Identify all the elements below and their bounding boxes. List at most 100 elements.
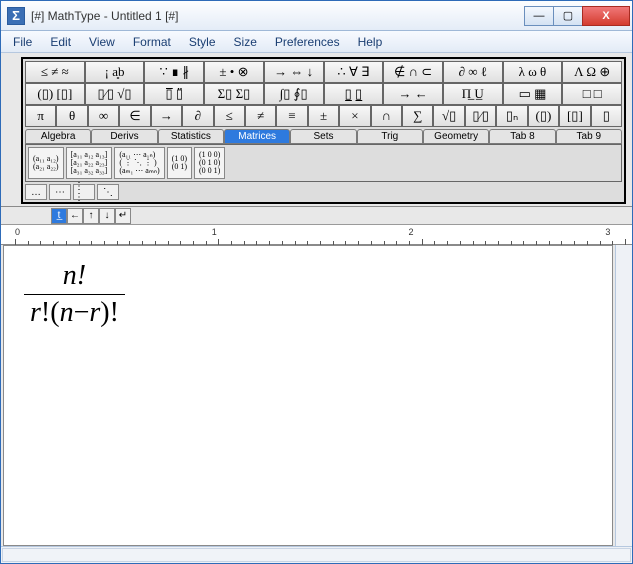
tab-statistics[interactable]: Statistics <box>158 129 224 144</box>
option-button[interactable]: t̲ <box>51 208 67 224</box>
tab-matrices[interactable]: Matrices <box>224 129 290 144</box>
palette-button[interactable]: ∈ <box>119 105 150 127</box>
palette-button[interactable]: ∉ ∩ ⊂ <box>383 61 443 83</box>
palette-button[interactable]: ∑ <box>402 105 433 127</box>
ruler-label: 0 <box>15 227 20 237</box>
tab-trig[interactable]: Trig <box>357 129 423 144</box>
window-buttons: — ▢ X <box>525 6 630 26</box>
menu-file[interactable]: File <box>5 33 40 51</box>
tab-algebra[interactable]: Algebra <box>25 129 91 144</box>
factorial-1: ! <box>41 297 50 328</box>
dots-palette-row: …⋯⋮ ⋮⋱ <box>25 184 622 200</box>
matrix-template-button[interactable]: (1 0) (0 1) <box>167 147 192 179</box>
palette-button[interactable]: ≡ <box>276 105 307 127</box>
scrollbar-horizontal[interactable] <box>1 546 632 563</box>
maximize-button[interactable]: ▢ <box>553 6 583 26</box>
palette-row-2: (▯) [▯]▯⁄▯ √▯▯̅ ▯̈Σ▯ Σ▯∫▯ ∮▯▯̲ ▯̲→ ←Π̲ U… <box>25 83 622 105</box>
palette-button[interactable]: λ ω θ <box>503 61 563 83</box>
ruler-label: 2 <box>409 227 414 237</box>
option-button[interactable]: ← <box>67 208 83 224</box>
matrix-template-button[interactable]: (1 0 0) (0 1 0) (0 0 1) <box>194 147 225 179</box>
app-window: Σ [#] MathType - Untitled 1 [#] — ▢ X Fi… <box>0 0 633 564</box>
palette-button[interactable]: □ □ <box>562 83 622 105</box>
menu-view[interactable]: View <box>81 33 123 51</box>
palette-button[interactable]: ▯ <box>591 105 622 127</box>
option-button[interactable]: ↓ <box>99 208 115 224</box>
close-button[interactable]: X <box>582 6 630 26</box>
tab-tab-8[interactable]: Tab 8 <box>489 129 555 144</box>
menu-edit[interactable]: Edit <box>42 33 79 51</box>
formula[interactable]: n! r!(n−r)! <box>24 260 125 329</box>
palette-button[interactable]: ▯⁄▯ <box>465 105 496 127</box>
palette-button[interactable]: (▯) <box>528 105 559 127</box>
palette-button[interactable]: Π̲ U̲ <box>443 83 503 105</box>
tab-derivs[interactable]: Derivs <box>91 129 157 144</box>
equation-editor[interactable]: n! r!(n−r)! <box>3 245 613 546</box>
palette-button[interactable]: ▯⁄▯ √▯ <box>85 83 145 105</box>
titlebar[interactable]: Σ [#] MathType - Untitled 1 [#] — ▢ X <box>1 1 632 31</box>
tab-tab-9[interactable]: Tab 9 <box>556 129 622 144</box>
denominator: r!(n−r)! <box>24 295 125 329</box>
tab-sets[interactable]: Sets <box>290 129 356 144</box>
toolbar-area: ≤ ≠ ≈¡ a͈b∵ ∎ ∦± • ⊗→ ⇔ ↓∴ ∀ ∃∉ ∩ ⊂∂ ∞ ℓ… <box>1 53 632 207</box>
palette-button[interactable]: → ⇔ ↓ <box>264 61 324 83</box>
menu-help[interactable]: Help <box>350 33 391 51</box>
palette-button[interactable]: ∴ ∀ ∃ <box>324 61 384 83</box>
palette-button[interactable]: ▯̅ ▯̈ <box>144 83 204 105</box>
palette-row-3: πθ∞∈→∂≤≠≡±×∩∑√▯▯⁄▯▯ₙ(▯)[▯]▯ <box>25 105 622 127</box>
paren-open: ( <box>50 297 59 328</box>
dots-button[interactable]: ⋱ <box>97 184 119 200</box>
option-button[interactable]: ↵ <box>115 208 131 224</box>
palette-row-1: ≤ ≠ ≈¡ a͈b∵ ∎ ∦± • ⊗→ ⇔ ↓∴ ∀ ∃∉ ∩ ⊂∂ ∞ ℓ… <box>25 61 622 83</box>
ruler-label: 1 <box>212 227 217 237</box>
palette-button[interactable]: ≠ <box>245 105 276 127</box>
palette-button[interactable]: ± • ⊗ <box>204 61 264 83</box>
palette-button[interactable]: → ← <box>383 83 443 105</box>
palette-button[interactable]: π <box>25 105 56 127</box>
ruler[interactable]: 0123 <box>1 225 632 245</box>
palette-button[interactable]: √▯ <box>433 105 464 127</box>
matrix-template-button[interactable]: [a₁₁ a₁₂ a₁₃] [a₂₁ a₂₂ a₂₃] [a₃₁ a₃₂ a₃₃… <box>66 147 113 179</box>
var-r2: r <box>89 297 100 328</box>
dots-button[interactable]: … <box>25 184 47 200</box>
option-button[interactable]: ↑ <box>83 208 99 224</box>
palette-button[interactable]: ∂ ∞ ℓ <box>443 61 503 83</box>
palette-button[interactable]: ▯̲ ▯̲ <box>324 83 384 105</box>
menu-preferences[interactable]: Preferences <box>267 33 348 51</box>
menu-size[interactable]: Size <box>226 33 265 51</box>
palette-button[interactable]: (▯) [▯] <box>25 83 85 105</box>
palette-button[interactable]: ▯ₙ <box>496 105 527 127</box>
palette-button[interactable]: ∞ <box>88 105 119 127</box>
numerator: n! <box>57 260 92 294</box>
matrix-template-button[interactable]: (a₁₁ a₁₂) (a₂₁ a₂₂) <box>28 147 64 179</box>
palette-button[interactable]: [▯] <box>559 105 590 127</box>
var-n: n! <box>63 260 86 291</box>
palette-button[interactable]: ∵ ∎ ∦ <box>144 61 204 83</box>
palette-button[interactable]: ≤ ≠ ≈ <box>25 61 85 83</box>
palette-button[interactable]: θ <box>56 105 87 127</box>
palette-button[interactable]: ∩ <box>371 105 402 127</box>
menu-format[interactable]: Format <box>125 33 179 51</box>
tab-geometry[interactable]: Geometry <box>423 129 489 144</box>
symbol-palette: ≤ ≠ ≈¡ a͈b∵ ∎ ∦± • ⊗→ ⇔ ↓∴ ∀ ∃∉ ∩ ⊂∂ ∞ ℓ… <box>21 57 626 204</box>
palette-button[interactable]: ∫▯ ∮▯ <box>264 83 324 105</box>
minimize-button[interactable]: — <box>524 6 554 26</box>
matrix-template-button[interactable]: (a₁₁ ⋯ a₁ₙ) ( ⋮ ⋱ ⋮ ) (aₘ₁ ⋯ aₘₙ) <box>114 147 164 179</box>
palette-button[interactable]: ▭ ▦ <box>503 83 563 105</box>
dots-button[interactable]: ⋯ <box>49 184 71 200</box>
matrix-template-strip: (a₁₁ a₁₂) (a₂₁ a₂₂)[a₁₁ a₁₂ a₁₃] [a₂₁ a₂… <box>25 144 622 182</box>
window-title: [#] MathType - Untitled 1 [#] <box>31 9 178 23</box>
palette-button[interactable]: ± <box>308 105 339 127</box>
palette-button[interactable]: Λ Ω ⊕ <box>562 61 622 83</box>
palette-button[interactable]: Σ▯ Σ▯ <box>204 83 264 105</box>
menu-style[interactable]: Style <box>181 33 224 51</box>
palette-button[interactable]: ≤ <box>214 105 245 127</box>
var-n2: n <box>60 297 74 328</box>
menubar: File Edit View Format Style Size Prefere… <box>1 31 632 53</box>
dots-button[interactable]: ⋮ ⋮ <box>73 184 95 200</box>
palette-button[interactable]: × <box>339 105 370 127</box>
scrollbar-vertical[interactable] <box>615 245 632 546</box>
palette-button[interactable]: ∂ <box>182 105 213 127</box>
palette-button[interactable]: → <box>151 105 182 127</box>
palette-button[interactable]: ¡ a͈b <box>85 61 145 83</box>
